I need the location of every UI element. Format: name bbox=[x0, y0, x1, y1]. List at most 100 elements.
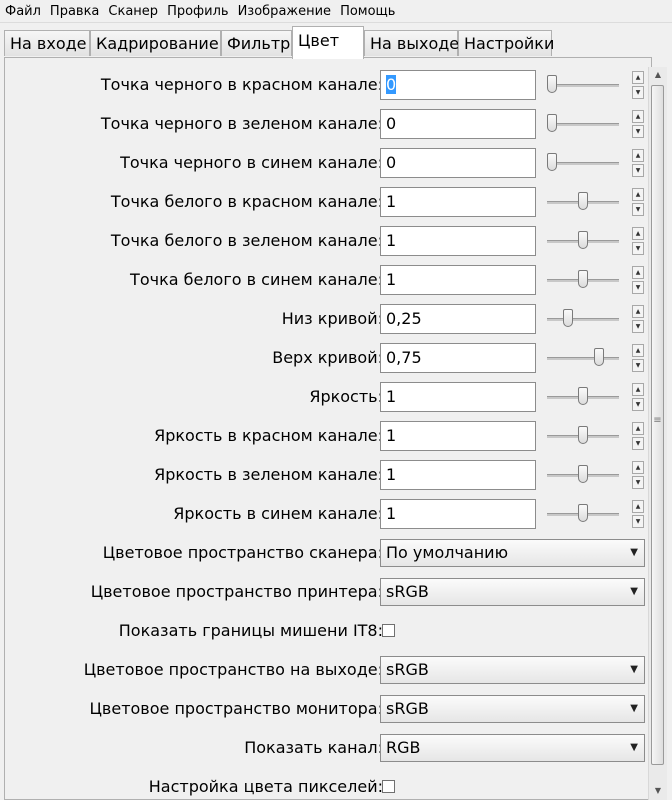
scrollbar-thumb[interactable]: ≡ bbox=[651, 85, 664, 765]
value-slider[interactable] bbox=[547, 465, 619, 485]
slider-handle[interactable] bbox=[578, 192, 588, 210]
spin-buttons: ▲ ▼ bbox=[632, 149, 644, 177]
value-input[interactable]: 1 bbox=[380, 460, 536, 490]
field-row: Точка черного в красном канале: 0 ▲ ▼ bbox=[5, 68, 651, 102]
it8-checkbox[interactable] bbox=[382, 624, 395, 637]
spin-up-icon[interactable]: ▲ bbox=[632, 110, 644, 123]
spin-down-icon[interactable]: ▼ bbox=[632, 125, 644, 138]
tab-color[interactable]: Цвет bbox=[292, 26, 364, 59]
spin-down-icon[interactable]: ▼ bbox=[632, 281, 644, 294]
tab-input[interactable]: На входе bbox=[4, 30, 90, 56]
value-slider[interactable] bbox=[547, 426, 619, 446]
field-row: Точка белого в синем канале: 1 ▲ ▼ bbox=[5, 263, 651, 297]
scroll-down-icon[interactable]: ▼ bbox=[650, 783, 666, 799]
value-slider[interactable] bbox=[547, 114, 619, 134]
spin-down-icon[interactable]: ▼ bbox=[632, 164, 644, 177]
spin-buttons: ▲ ▼ bbox=[632, 110, 644, 138]
value-input[interactable]: 1 bbox=[380, 265, 536, 295]
pixel-color-checkbox[interactable] bbox=[382, 780, 395, 793]
menu-image[interactable]: Изображение bbox=[233, 1, 335, 23]
scanner-space-select[interactable]: По умолчанию ▼ bbox=[380, 539, 645, 567]
tab-filter[interactable]: Фильтр bbox=[221, 30, 292, 56]
spin-up-icon[interactable]: ▲ bbox=[632, 71, 644, 84]
scroll-up-icon[interactable]: ▲ bbox=[650, 67, 666, 83]
tab-settings[interactable]: Настройки bbox=[458, 30, 554, 56]
slider-handle[interactable] bbox=[547, 75, 557, 93]
monitor-space-select[interactable]: sRGB ▼ bbox=[380, 695, 645, 723]
value-slider[interactable] bbox=[547, 153, 619, 173]
spin-buttons: ▲ ▼ bbox=[632, 422, 644, 450]
menu-file[interactable]: Файл bbox=[0, 1, 45, 23]
slider-handle[interactable] bbox=[578, 426, 588, 444]
field-label: Низ кривой: bbox=[281, 309, 383, 328]
spin-down-icon[interactable]: ▼ bbox=[632, 86, 644, 99]
field-label: Яркость в синем канале: bbox=[173, 504, 383, 523]
spin-down-icon[interactable]: ▼ bbox=[632, 515, 644, 528]
slider-handle[interactable] bbox=[578, 270, 588, 288]
value-input[interactable]: 1 bbox=[380, 499, 536, 529]
slider-handle[interactable] bbox=[562, 309, 573, 327]
spin-down-icon[interactable]: ▼ bbox=[632, 203, 644, 216]
slider-track bbox=[547, 162, 619, 165]
slider-handle[interactable] bbox=[547, 114, 557, 132]
field-label: Точка белого в зеленом канале: bbox=[110, 231, 383, 250]
slider-handle[interactable] bbox=[578, 231, 588, 249]
spin-down-icon[interactable]: ▼ bbox=[632, 437, 644, 450]
spin-down-icon[interactable]: ▼ bbox=[632, 320, 644, 333]
spin-up-icon[interactable]: ▲ bbox=[632, 227, 644, 240]
spin-up-icon[interactable]: ▲ bbox=[632, 500, 644, 513]
spin-down-icon[interactable]: ▼ bbox=[632, 476, 644, 489]
value-input[interactable]: 1 bbox=[380, 226, 536, 256]
value-slider[interactable] bbox=[547, 387, 619, 407]
show-channel-select[interactable]: RGB ▼ bbox=[380, 734, 645, 762]
value-slider[interactable] bbox=[547, 504, 619, 524]
spin-up-icon[interactable]: ▲ bbox=[632, 149, 644, 162]
menu-edit[interactable]: Правка bbox=[45, 1, 103, 23]
value-input[interactable]: 0,25 bbox=[380, 304, 536, 334]
slider-handle[interactable] bbox=[593, 348, 604, 366]
slider-handle[interactable] bbox=[547, 153, 557, 171]
menu-help[interactable]: Помощь bbox=[335, 1, 399, 23]
spin-buttons: ▲ ▼ bbox=[632, 71, 644, 99]
value-input[interactable]: 1 bbox=[380, 382, 536, 412]
slider-handle[interactable] bbox=[578, 387, 588, 405]
spin-down-icon[interactable]: ▼ bbox=[632, 359, 644, 372]
value-slider[interactable] bbox=[547, 75, 619, 95]
value-input[interactable]: 1 bbox=[380, 421, 536, 451]
spin-down-icon[interactable]: ▼ bbox=[632, 398, 644, 411]
scanner-space-row: Цветовое пространство сканера: По умолча… bbox=[5, 536, 651, 570]
tab-output[interactable]: На выходе bbox=[364, 30, 459, 56]
value-input[interactable]: 1 bbox=[380, 187, 536, 217]
printer-space-select[interactable]: sRGB ▼ bbox=[380, 578, 645, 606]
spin-up-icon[interactable]: ▲ bbox=[632, 422, 644, 435]
field-row: Точка черного в зеленом канале: 0 ▲ ▼ bbox=[5, 107, 651, 141]
menu-scanner[interactable]: Сканер bbox=[103, 1, 162, 23]
value-slider[interactable] bbox=[547, 348, 619, 368]
tab-cropping[interactable]: Кадрирование bbox=[90, 30, 221, 56]
spin-buttons: ▲ ▼ bbox=[632, 383, 644, 411]
spin-up-icon[interactable]: ▲ bbox=[632, 188, 644, 201]
field-row: Низ кривой: 0,25 ▲ ▼ bbox=[5, 302, 651, 336]
value-input[interactable]: 0 bbox=[380, 148, 536, 178]
chevron-down-icon: ▼ bbox=[630, 586, 638, 597]
field-label: Точка белого в синем канале: bbox=[130, 270, 383, 289]
vertical-scrollbar[interactable]: ▲ ≡ ▼ bbox=[648, 67, 667, 800]
value-slider[interactable] bbox=[547, 270, 619, 290]
value-slider[interactable] bbox=[547, 192, 619, 212]
value-input[interactable]: 0 bbox=[380, 109, 536, 139]
spin-down-icon[interactable]: ▼ bbox=[632, 242, 644, 255]
show-channel-value: RGB bbox=[386, 738, 421, 757]
menu-profile[interactable]: Профиль bbox=[162, 1, 233, 23]
value-slider[interactable] bbox=[547, 309, 619, 329]
value-input[interactable]: 0,75 bbox=[380, 343, 536, 373]
spin-up-icon[interactable]: ▲ bbox=[632, 461, 644, 474]
spin-up-icon[interactable]: ▲ bbox=[632, 266, 644, 279]
spin-up-icon[interactable]: ▲ bbox=[632, 383, 644, 396]
output-space-select[interactable]: sRGB ▼ bbox=[380, 656, 645, 684]
spin-up-icon[interactable]: ▲ bbox=[632, 305, 644, 318]
spin-up-icon[interactable]: ▲ bbox=[632, 344, 644, 357]
slider-handle[interactable] bbox=[578, 504, 588, 522]
slider-handle[interactable] bbox=[578, 465, 588, 483]
value-slider[interactable] bbox=[547, 231, 619, 251]
value-input[interactable]: 0 bbox=[380, 70, 536, 100]
